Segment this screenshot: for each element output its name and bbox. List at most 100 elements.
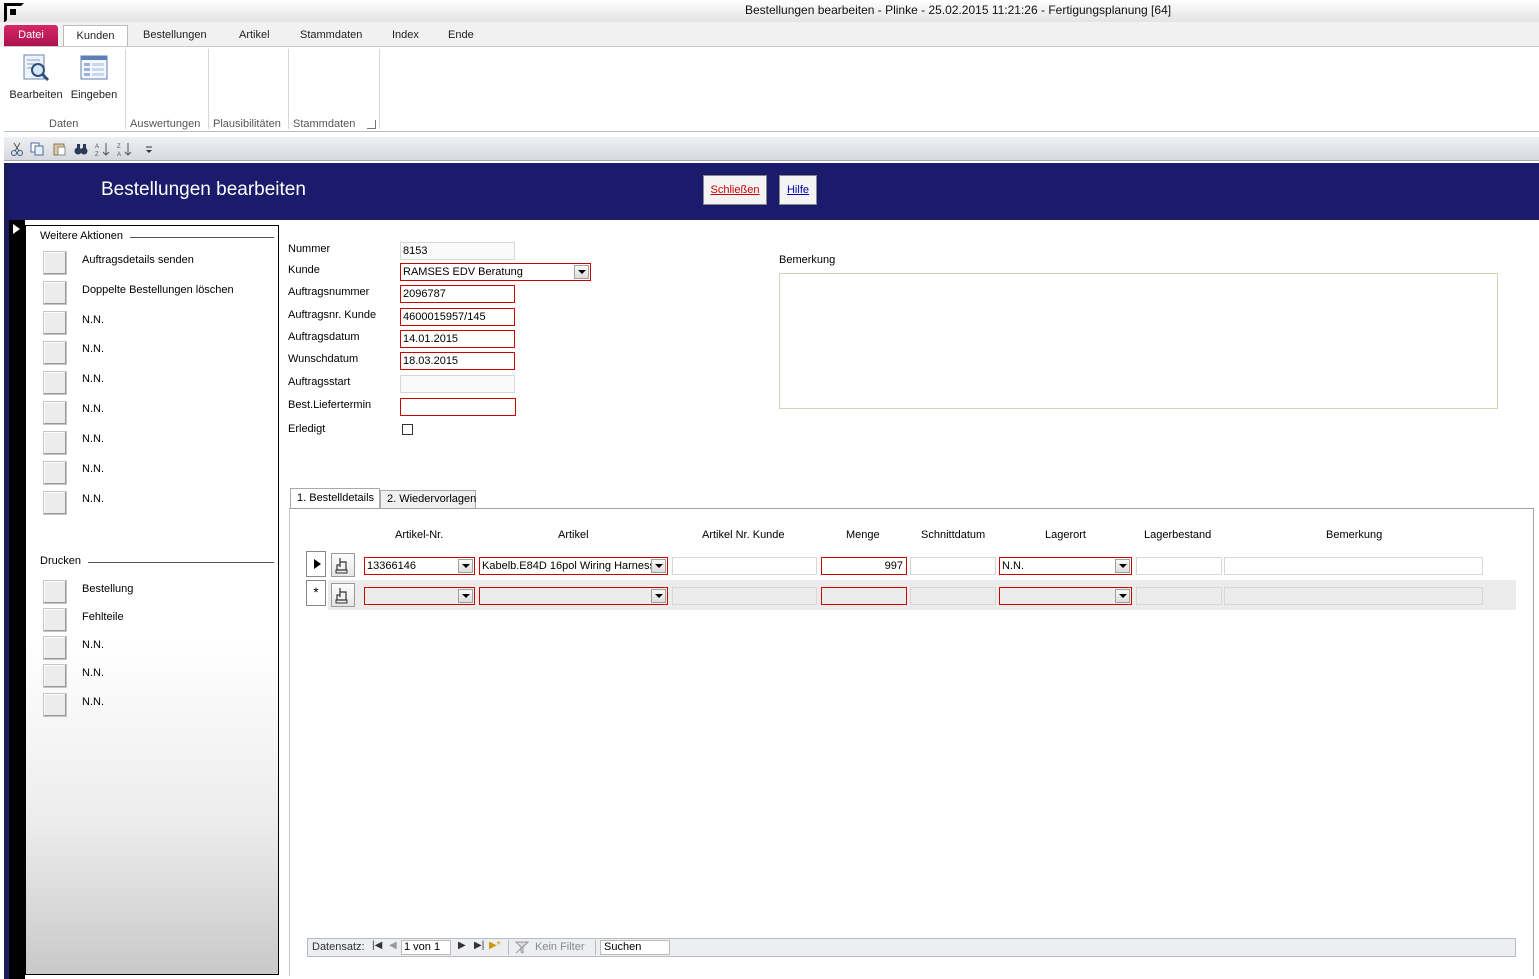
cell-lagerort[interactable]: N.N.: [999, 557, 1132, 575]
nav-separator: [508, 940, 509, 955]
find-icon[interactable]: [73, 141, 89, 157]
group-label-stammdaten: Stammdaten: [293, 118, 356, 130]
cell-artikel-nr-kunde[interactable]: [672, 557, 817, 575]
col-header-menge: Menge: [846, 529, 880, 541]
action-button-5[interactable]: [43, 371, 67, 395]
action-label-6: N.N.: [82, 403, 104, 415]
erledigt-checkbox[interactable]: [402, 424, 413, 435]
auftragsnr-kunde-label: Auftragsnr. Kunde: [288, 309, 377, 321]
search-input[interactable]: Suchen: [600, 940, 670, 955]
eingeben-button[interactable]: Eingeben: [65, 51, 123, 103]
auftragsnummer-field[interactable]: 2096787: [400, 285, 515, 303]
chevron-down-icon[interactable]: [574, 265, 589, 279]
cell-artikel[interactable]: Kabelb.E84D 16pol Wiring Harness: [479, 557, 668, 575]
new-row-open-button[interactable]: [331, 583, 355, 607]
print-section-title: Drucken: [40, 555, 81, 567]
print-button-4[interactable]: [43, 664, 67, 688]
chevron-down-icon[interactable]: [1115, 589, 1130, 603]
wunschdatum-label: Wunschdatum: [288, 353, 359, 365]
best-liefertermin-field[interactable]: [400, 398, 516, 416]
kunde-combobox[interactable]: RAMSES EDV Beratung: [400, 263, 591, 281]
last-record-icon[interactable]: ▶|: [474, 940, 484, 951]
auftragsstart-label: Auftragsstart: [288, 376, 351, 388]
print-button-bestellung[interactable]: [43, 580, 67, 604]
action-button-9[interactable]: [43, 491, 67, 515]
cut-icon[interactable]: [9, 141, 25, 157]
new-cell-lagerort[interactable]: [999, 587, 1132, 605]
next-record-icon[interactable]: ▶: [458, 940, 466, 951]
new-cell-schnittdatum[interactable]: [910, 587, 996, 605]
filter-toggle[interactable]: Kein Filter: [535, 941, 585, 953]
record-selector-strip[interactable]: [9, 220, 25, 979]
action-button-4[interactable]: [43, 341, 67, 365]
kunde-value: RAMSES EDV Beratung: [403, 266, 523, 278]
tab-kunden[interactable]: Kunden: [63, 25, 128, 47]
nav-separator: [595, 940, 596, 955]
tab-artikel[interactable]: Artikel: [233, 25, 276, 47]
auftragsdatum-field[interactable]: 14.01.2015: [400, 330, 515, 348]
first-record-icon[interactable]: |◀: [372, 940, 382, 951]
ribbon-panel: Bearbeiten Eingeben Daten Auswertungen P…: [4, 46, 1539, 132]
app-logo-icon[interactable]: [4, 3, 24, 23]
dialog-launcher-icon[interactable]: [367, 120, 376, 129]
previous-record-icon[interactable]: ◀: [389, 940, 397, 951]
action-label-3: N.N.: [82, 314, 104, 326]
new-record-icon[interactable]: ▶*: [489, 940, 501, 951]
new-cell-artikel[interactable]: [479, 587, 668, 605]
row-open-button[interactable]: [331, 553, 355, 577]
cell-artikel-nr-value: 13366146: [367, 560, 416, 572]
tab-ende[interactable]: Ende: [442, 25, 480, 47]
chevron-down-icon[interactable]: [651, 559, 666, 573]
new-cell-lagerbestand[interactable]: [1136, 587, 1222, 605]
print-button-3[interactable]: [43, 636, 67, 660]
close-button[interactable]: Schließen: [703, 175, 767, 205]
print-button-fehlteile[interactable]: [43, 608, 67, 632]
chevron-down-icon[interactable]: [1115, 559, 1130, 573]
eingeben-label: Eingeben: [70, 89, 118, 101]
bearbeiten-button[interactable]: Bearbeiten: [7, 51, 65, 103]
tab-wiedervorlagen[interactable]: 2. Wiedervorlagen: [380, 490, 476, 508]
sort-descending-icon[interactable]: ZA: [116, 141, 132, 157]
sort-ascending-icon[interactable]: AZ: [94, 141, 110, 157]
chevron-down-icon[interactable]: [458, 559, 473, 573]
action-button-6[interactable]: [43, 401, 67, 425]
tab-index[interactable]: Index: [386, 25, 425, 47]
action-button-1[interactable]: [43, 251, 67, 275]
row-selector-current[interactable]: [306, 551, 326, 577]
new-cell-bemerkung[interactable]: [1224, 587, 1483, 605]
action-button-2[interactable]: [43, 281, 67, 305]
cell-lagerbestand[interactable]: [1136, 557, 1222, 575]
wunschdatum-field[interactable]: 18.03.2015: [400, 352, 515, 370]
new-cell-artikel-nr-kunde[interactable]: [672, 587, 817, 605]
help-button[interactable]: Hilfe: [779, 175, 817, 205]
chevron-down-icon[interactable]: [458, 589, 473, 603]
tab-bestelldetails[interactable]: 1. Bestelldetails: [290, 488, 380, 509]
current-record-field[interactable]: 1 von 1: [401, 940, 451, 955]
tab-bestellungen[interactable]: Bestellungen: [137, 25, 213, 47]
tab-datei[interactable]: Datei: [4, 25, 58, 47]
chevron-down-icon[interactable]: [651, 589, 666, 603]
action-button-7[interactable]: [43, 431, 67, 455]
customize-toolbar-icon[interactable]: [142, 141, 158, 157]
cell-artikel-nr[interactable]: 13366146: [364, 557, 475, 575]
copy-icon[interactable]: [29, 141, 45, 157]
action-button-8[interactable]: [43, 461, 67, 485]
print-label-3: N.N.: [82, 639, 104, 651]
cell-menge[interactable]: 997: [821, 557, 907, 575]
auftragsnr-kunde-field[interactable]: 4600015957/145: [400, 308, 515, 326]
bemerkung-textarea[interactable]: [779, 273, 1498, 409]
nummer-field[interactable]: 8153: [400, 242, 515, 260]
auftragsstart-field[interactable]: [400, 375, 515, 393]
tab-stammdaten[interactable]: Stammdaten: [294, 25, 368, 47]
svg-text:A: A: [95, 144, 99, 150]
new-cell-menge[interactable]: [821, 587, 907, 605]
group-divider: [379, 49, 380, 129]
row-selector-new[interactable]: *: [306, 580, 326, 606]
print-button-5[interactable]: [43, 693, 67, 717]
action-button-3[interactable]: [43, 311, 67, 335]
paste-icon[interactable]: [51, 141, 67, 157]
cell-bemerkung[interactable]: [1224, 557, 1483, 575]
cell-schnittdatum[interactable]: [910, 557, 996, 575]
svg-text:Z: Z: [117, 144, 121, 150]
new-cell-artikel-nr[interactable]: [364, 587, 475, 605]
